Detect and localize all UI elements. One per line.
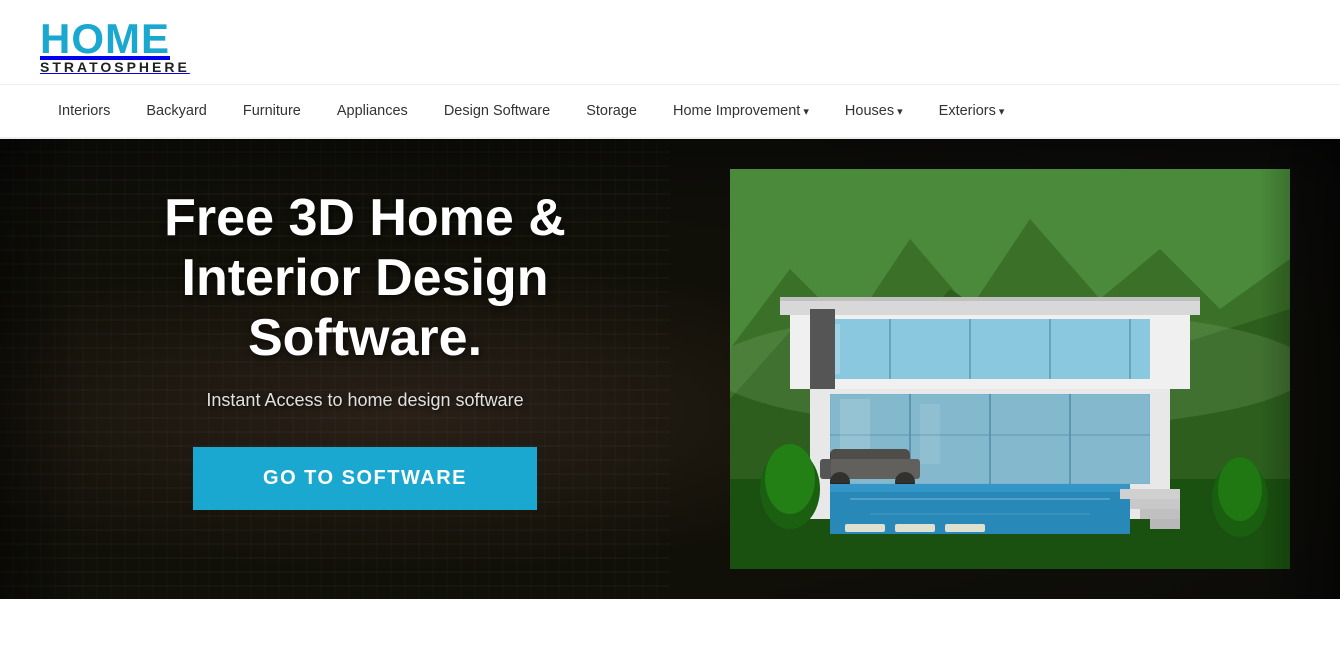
nav-item-interiors[interactable]: Interiors	[40, 85, 128, 137]
nav-link-home-improvement[interactable]: Home Improvement	[655, 85, 827, 137]
nav-link-furniture[interactable]: Furniture	[225, 85, 319, 137]
hero-section: Free 3D Home & Interior Design Software.…	[0, 139, 1340, 599]
hero-overlay-left	[0, 139, 80, 599]
nav-link-design-software[interactable]: Design Software	[426, 85, 568, 137]
hero-overlay-right	[1260, 139, 1340, 599]
nav-item-home-improvement[interactable]: Home Improvement	[655, 85, 827, 137]
hero-house-image	[730, 169, 1290, 569]
site-logo[interactable]: HOME STRATOSPHERE	[40, 18, 220, 74]
nav-item-storage[interactable]: Storage	[568, 85, 655, 137]
logo-stratosphere: STRATOSPHERE	[40, 60, 220, 74]
nav-item-furniture[interactable]: Furniture	[225, 85, 319, 137]
nav-item-backyard[interactable]: Backyard	[128, 85, 224, 137]
house-illustration	[730, 169, 1290, 569]
main-nav: Interiors Backyard Furniture Appliances …	[0, 85, 1340, 139]
nav-link-storage[interactable]: Storage	[568, 85, 655, 137]
nav-link-appliances[interactable]: Appliances	[319, 85, 426, 137]
logo-home: HOME	[40, 18, 220, 60]
hero-title: Free 3D Home & Interior Design Software.	[100, 189, 630, 368]
nav-link-backyard[interactable]: Backyard	[128, 85, 224, 137]
nav-item-exteriors[interactable]: Exteriors	[921, 85, 1023, 137]
nav-item-appliances[interactable]: Appliances	[319, 85, 426, 137]
site-header: HOME STRATOSPHERE	[0, 0, 1340, 85]
nav-item-design-software[interactable]: Design Software	[426, 85, 568, 137]
nav-link-houses[interactable]: Houses	[827, 85, 921, 137]
hero-content: Free 3D Home & Interior Design Software.…	[100, 189, 630, 510]
nav-item-houses[interactable]: Houses	[827, 85, 921, 137]
nav-link-exteriors[interactable]: Exteriors	[921, 85, 1023, 137]
go-to-software-button[interactable]: GO TO SOFTWARE	[193, 447, 537, 510]
nav-link-interiors[interactable]: Interiors	[40, 85, 128, 137]
hero-subtitle: Instant Access to home design software	[100, 390, 630, 411]
